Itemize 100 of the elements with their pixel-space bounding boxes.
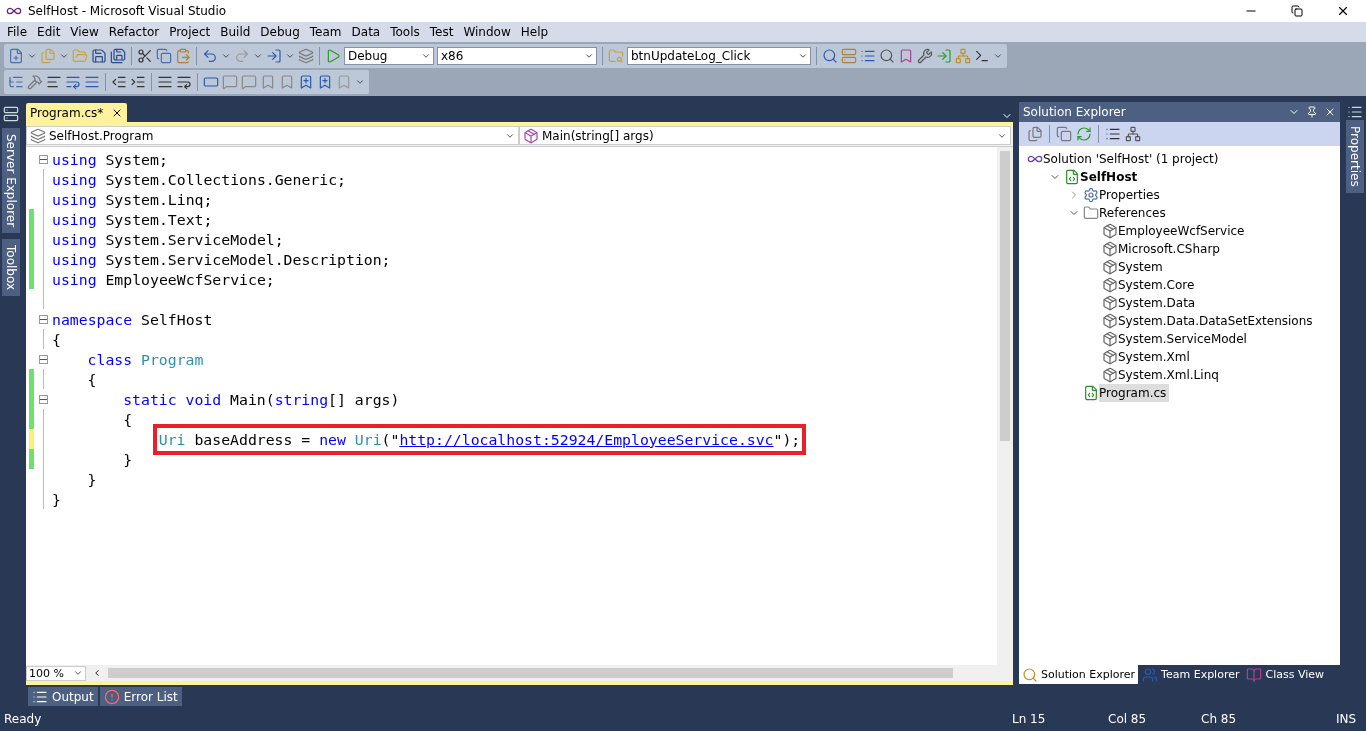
panel-tab[interactable]: Class View bbox=[1243, 665, 1328, 684]
save-all-icon[interactable] bbox=[110, 48, 126, 64]
bookmark-plus-icon[interactable] bbox=[317, 74, 333, 90]
tree-item[interactable]: System.Core bbox=[1118, 276, 1198, 294]
close-icon[interactable] bbox=[1324, 106, 1336, 118]
side-tab[interactable]: Properties bbox=[1346, 120, 1364, 193]
panel-tab[interactable]: Team Explorer bbox=[1139, 665, 1243, 684]
message-icon[interactable] bbox=[222, 74, 238, 90]
platform-dropdown[interactable]: x86 bbox=[437, 47, 597, 65]
tree-item[interactable]: EmployeeWcfService bbox=[1118, 222, 1248, 240]
menu-item[interactable]: Test bbox=[424, 25, 459, 39]
list-icon[interactable] bbox=[860, 48, 876, 64]
error-list-tab[interactable]: Error List bbox=[99, 687, 182, 706]
vertical-scrollbar[interactable] bbox=[997, 147, 1013, 665]
menu-item[interactable]: View bbox=[65, 25, 104, 39]
menu-item[interactable]: Project bbox=[164, 25, 216, 39]
type-dropdown[interactable]: SelfHost.Program bbox=[26, 126, 519, 145]
tools-icon[interactable] bbox=[917, 48, 933, 64]
menu-item[interactable]: Help bbox=[515, 25, 554, 39]
new-file-icon[interactable] bbox=[8, 48, 24, 64]
bookmark-plus-icon[interactable] bbox=[298, 74, 314, 90]
cut-icon[interactable] bbox=[137, 48, 153, 64]
tree-item[interactable]: Solution 'SelfHost' (1 project) bbox=[1043, 150, 1222, 168]
bookmark-icon[interactable] bbox=[279, 74, 295, 90]
search-icon[interactable] bbox=[822, 48, 838, 64]
rectangle-icon[interactable] bbox=[203, 74, 219, 90]
close-icon[interactable] bbox=[1336, 4, 1350, 18]
outdent-icon[interactable] bbox=[111, 74, 127, 90]
menu-item[interactable]: Tools bbox=[385, 25, 425, 39]
refresh-icon[interactable] bbox=[1076, 126, 1092, 142]
caret-icon[interactable] bbox=[27, 51, 37, 61]
align-left-icon[interactable] bbox=[46, 74, 62, 90]
panel-tab[interactable]: Solution Explorer bbox=[1019, 665, 1139, 684]
book-icon bbox=[1246, 666, 1263, 683]
tree-item[interactable]: References bbox=[1099, 204, 1169, 222]
collapse-toggle[interactable] bbox=[38, 314, 48, 324]
menu-item[interactable]: Window bbox=[458, 25, 516, 39]
navigate-icon[interactable] bbox=[266, 48, 282, 64]
collapse-toggle[interactable] bbox=[38, 394, 48, 404]
configuration-dropdown[interactable]: Debug bbox=[344, 47, 434, 65]
side-tab[interactable]: Server Explorer bbox=[2, 128, 20, 234]
scroll-left-icon[interactable] bbox=[92, 668, 102, 678]
horizontal-scrollbar[interactable] bbox=[108, 668, 953, 678]
tree-item[interactable]: Program.cs bbox=[1099, 384, 1170, 402]
caret-icon[interactable] bbox=[285, 51, 295, 61]
server-icon[interactable] bbox=[841, 48, 857, 64]
wrap-text-icon[interactable] bbox=[65, 74, 81, 90]
tree-item[interactable]: System.Xml.Linq bbox=[1118, 366, 1222, 384]
bookmark-icon[interactable] bbox=[260, 74, 276, 90]
align-justify-icon[interactable] bbox=[84, 74, 100, 90]
package-icon bbox=[1102, 295, 1118, 311]
search-icon[interactable] bbox=[879, 48, 895, 64]
menu-item[interactable]: Edit bbox=[32, 25, 66, 39]
enter-icon[interactable] bbox=[936, 48, 952, 64]
output-tab[interactable]: Output bbox=[28, 687, 98, 706]
save-icon[interactable] bbox=[91, 48, 107, 64]
collapse-toggle[interactable] bbox=[38, 154, 48, 164]
caret-icon[interactable] bbox=[221, 51, 231, 61]
tree-item[interactable]: System.Xml bbox=[1118, 348, 1193, 366]
menu-item[interactable]: Build bbox=[215, 25, 256, 39]
undo-icon[interactable] bbox=[202, 48, 218, 64]
restore-icon[interactable] bbox=[1291, 5, 1303, 17]
pin-icon[interactable] bbox=[1306, 106, 1318, 118]
message-icon[interactable] bbox=[241, 74, 257, 90]
zoom-dropdown[interactable]: 100 % bbox=[26, 665, 86, 681]
tree-item[interactable]: System bbox=[1118, 258, 1166, 276]
tree-item[interactable]: Properties bbox=[1099, 186, 1163, 204]
terminal-icon[interactable] bbox=[974, 48, 990, 64]
caret-icon[interactable] bbox=[993, 51, 1003, 61]
collapse-toggle[interactable] bbox=[38, 354, 48, 364]
paste-icon[interactable] bbox=[175, 48, 191, 64]
menu-item[interactable]: Debug bbox=[255, 25, 305, 39]
tree-item[interactable]: System.Data.DataSetExtensions bbox=[1118, 312, 1316, 330]
layers-icon[interactable] bbox=[298, 48, 314, 64]
find-dropdown[interactable]: btnUpdateLog_Click bbox=[627, 47, 811, 65]
tree-item[interactable]: Microsoft.CSharp bbox=[1118, 240, 1223, 258]
side-tab[interactable]: Toolbox bbox=[2, 239, 20, 297]
caret-icon[interactable] bbox=[798, 51, 808, 61]
tree-item[interactable]: System.ServiceModel bbox=[1118, 330, 1250, 348]
start-icon[interactable] bbox=[325, 48, 341, 64]
caret-icon[interactable] bbox=[584, 51, 594, 61]
caret-icon[interactable] bbox=[73, 668, 83, 678]
package-icon bbox=[1102, 259, 1118, 275]
menu-item[interactable]: File bbox=[2, 25, 33, 39]
tree-item[interactable]: SelfHost bbox=[1080, 168, 1141, 186]
url-link[interactable]: http://localhost:52924/EmployeeService.svc bbox=[399, 430, 774, 448]
menu-item[interactable]: Team bbox=[304, 25, 347, 39]
menu-item[interactable]: Data bbox=[346, 25, 386, 39]
document-tab[interactable]: Program.cs* bbox=[26, 103, 128, 122]
indent-icon[interactable] bbox=[130, 74, 146, 90]
caret-icon[interactable] bbox=[59, 51, 69, 61]
tree-item[interactable]: System.Data bbox=[1118, 294, 1199, 312]
member-dropdown[interactable]: Main(string[] args) bbox=[519, 126, 1011, 145]
list-tree-icon[interactable] bbox=[8, 74, 24, 90]
bookmark-icon[interactable] bbox=[898, 48, 914, 64]
caret-icon[interactable] bbox=[355, 77, 365, 87]
menu-item[interactable]: Refactor bbox=[103, 25, 165, 39]
caret-icon[interactable] bbox=[253, 51, 263, 61]
code-line: class Program bbox=[87, 350, 204, 368]
caret-icon[interactable] bbox=[421, 51, 431, 61]
